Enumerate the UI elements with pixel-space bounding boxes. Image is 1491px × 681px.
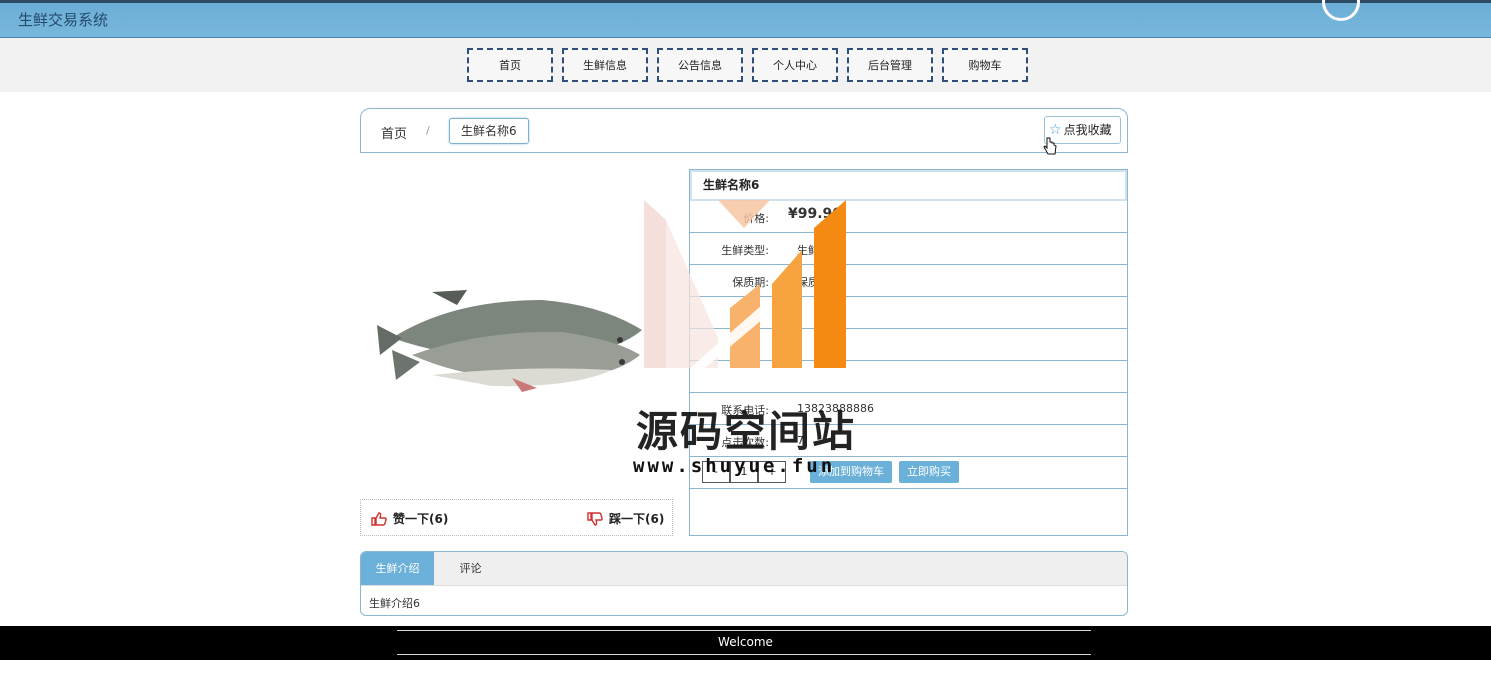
product-image [377,290,642,392]
thumbs-up-icon [371,511,387,526]
footer-divider-top [397,630,1091,631]
breadcrumb-current: 生鲜名称6 [449,118,529,144]
nav-item-admin[interactable]: 后台管理 [847,48,933,82]
footer-text: Welcome [718,635,773,649]
favorite-label: 点我收藏 [1063,123,1112,137]
detail-tabs: 生鲜介绍 评论 生鲜介绍6 [360,551,1128,616]
nav-item-notice[interactable]: 公告信息 [657,48,743,82]
dislike-button[interactable]: 踩一下(6) [587,510,664,527]
watermark-url: www.shuyue.fun [633,455,836,477]
nav-item-profile[interactable]: 个人中心 [752,48,838,82]
tab-comments[interactable]: 评论 [434,552,507,585]
nav-item-home[interactable]: 首页 [467,48,553,82]
user-avatar-icon[interactable] [1322,0,1360,21]
tab-strip: 生鲜介绍 评论 [361,552,1127,586]
site-title: 生鲜交易系统 [18,11,109,29]
nav-item-cart[interactable]: 购物车 [942,48,1028,82]
breadcrumb: 首页 / 生鲜名称6 ☆ 点我收藏 [360,108,1128,153]
vote-bar: 赞一下(6) 踩一下(6) [360,499,673,536]
like-button[interactable]: 赞一下(6) [371,510,448,527]
tab-content: 生鲜介绍6 [369,597,420,610]
footer-divider-bottom [397,654,1091,655]
main-nav: 首页 生鲜信息 公告信息 个人中心 后台管理 购物车 [467,48,1028,82]
hand-cursor-icon [1043,137,1057,155]
top-bar: 生鲜交易系统 [0,0,1491,38]
product-name: 生鲜名称6 [690,170,1127,201]
thumbs-down-icon [587,511,603,526]
buy-now-button[interactable]: 立即购买 [899,461,959,483]
nav-item-fresh-info[interactable]: 生鲜信息 [562,48,648,82]
breadcrumb-separator: / [426,124,430,137]
dislike-label: 踩一下(6) [609,512,665,526]
breadcrumb-home[interactable]: 首页 [381,123,407,142]
tab-introduction[interactable]: 生鲜介绍 [361,552,434,585]
footer: Welcome [0,626,1491,660]
nav-band: 首页 生鲜信息 公告信息 个人中心 后台管理 购物车 [0,38,1491,92]
like-label: 赞一下(6) [393,512,449,526]
watermark-title: 源码空间站 [636,407,857,456]
